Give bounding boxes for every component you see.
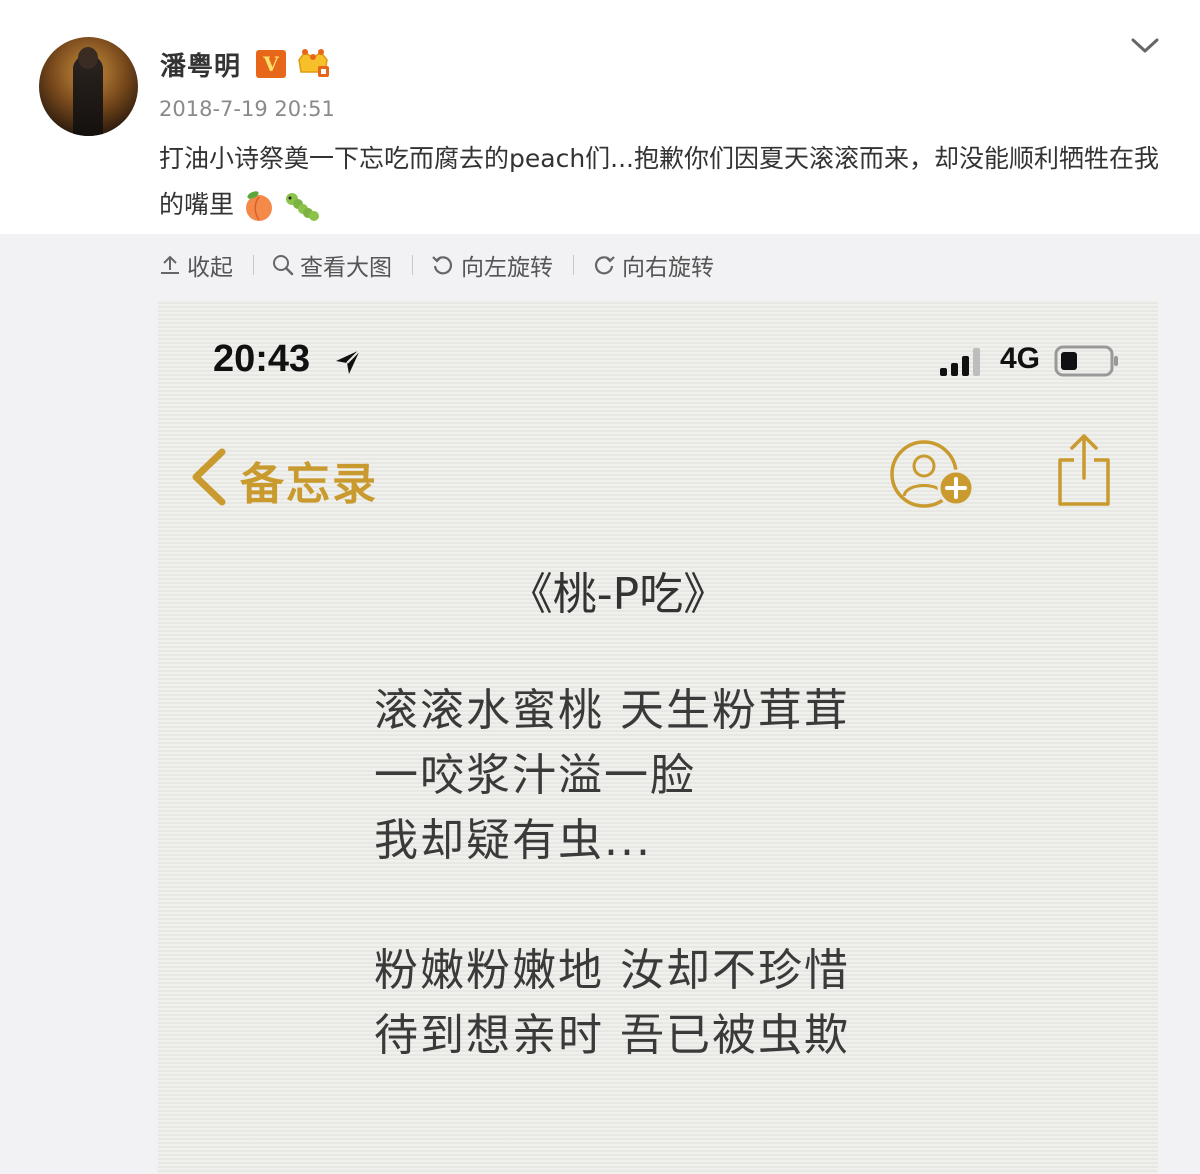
chevron-down-icon[interactable] — [1130, 34, 1160, 58]
battery-icon — [1054, 345, 1118, 377]
note-line: 滚滚水蜜桃 天生粉茸茸 — [374, 685, 850, 736]
post-image[interactable]: 20:43 4G 备忘录 《桃-P吃》 滚滚水蜜桃 天生粉茸茸 一咬浆汁溢一脸 … — [158, 300, 1158, 1174]
network-type: 4G — [1000, 342, 1041, 375]
share-icon[interactable] — [1056, 432, 1112, 508]
status-bar-time: 20:43 — [213, 338, 311, 380]
toolbar-divider — [573, 255, 574, 275]
back-chevron-icon[interactable] — [188, 448, 228, 506]
location-arrow-icon — [336, 349, 361, 374]
collapse-label: 收起 — [187, 255, 233, 281]
add-person-icon[interactable] — [888, 438, 980, 510]
toolbar-divider — [253, 255, 254, 275]
crown-badge-icon[interactable] — [296, 48, 330, 78]
note-body: 滚滚水蜜桃 天生粉茸茸 一咬浆汁溢一脸 我却疑有虫... 粉嫩粉嫩地 汝却不珍惜… — [374, 678, 850, 1068]
username[interactable]: 潘粤明 — [160, 46, 241, 83]
rotate-left-icon — [432, 256, 453, 275]
back-label[interactable]: 备忘录 — [240, 448, 378, 512]
search-icon — [273, 255, 294, 276]
rotate-left-button[interactable]: 向左旋转 — [431, 248, 553, 282]
note-line: 待到想亲时 吾已被虫欺 — [374, 1010, 850, 1061]
note-title: 《桃-P吃》 — [508, 569, 728, 620]
view-large-label: 查看大图 — [300, 255, 392, 281]
rotate-right-button[interactable]: 向右旋转 — [592, 248, 714, 282]
note-line: 粉嫩粉嫩地 汝却不珍惜 — [374, 945, 850, 996]
rotate-left-label: 向左旋转 — [461, 255, 553, 281]
note-blank-line — [374, 873, 850, 938]
peach-emoji-icon — [245, 191, 272, 221]
rotate-right-label: 向右旋转 — [622, 255, 714, 281]
note-line: 我却疑有虫... — [374, 815, 652, 866]
media-panel: 收起 查看大图 向左旋转 向右旋转 20:43 4G 备忘录 《桃-P吃》 滚滚… — [0, 234, 1200, 1174]
cellular-signal-icon — [940, 348, 980, 376]
rotate-right-icon — [594, 256, 615, 275]
upload-arrow-icon — [161, 255, 179, 274]
avatar[interactable] — [39, 37, 138, 136]
caterpillar-emoji-icon — [285, 193, 319, 221]
image-toolbar: 收起 查看大图 向左旋转 向右旋转 — [159, 248, 714, 282]
post-header: 潘粤明 V 2018-7-19 20:51 打油小诗祭奠一下忘吃而腐去的peac… — [0, 0, 1200, 234]
post-text: 打油小诗祭奠一下忘吃而腐去的peach们...抱歉你们因夏天滚滚而来，却没能顺利… — [159, 136, 1169, 228]
collapse-button[interactable]: 收起 — [159, 248, 233, 282]
verified-badge-icon[interactable]: V — [256, 50, 286, 78]
avatar-head — [78, 47, 98, 69]
toolbar-divider — [412, 255, 413, 275]
view-large-button[interactable]: 查看大图 — [272, 248, 392, 282]
post-timestamp[interactable]: 2018-7-19 20:51 — [159, 97, 335, 121]
note-line: 一咬浆汁溢一脸 — [374, 750, 696, 801]
